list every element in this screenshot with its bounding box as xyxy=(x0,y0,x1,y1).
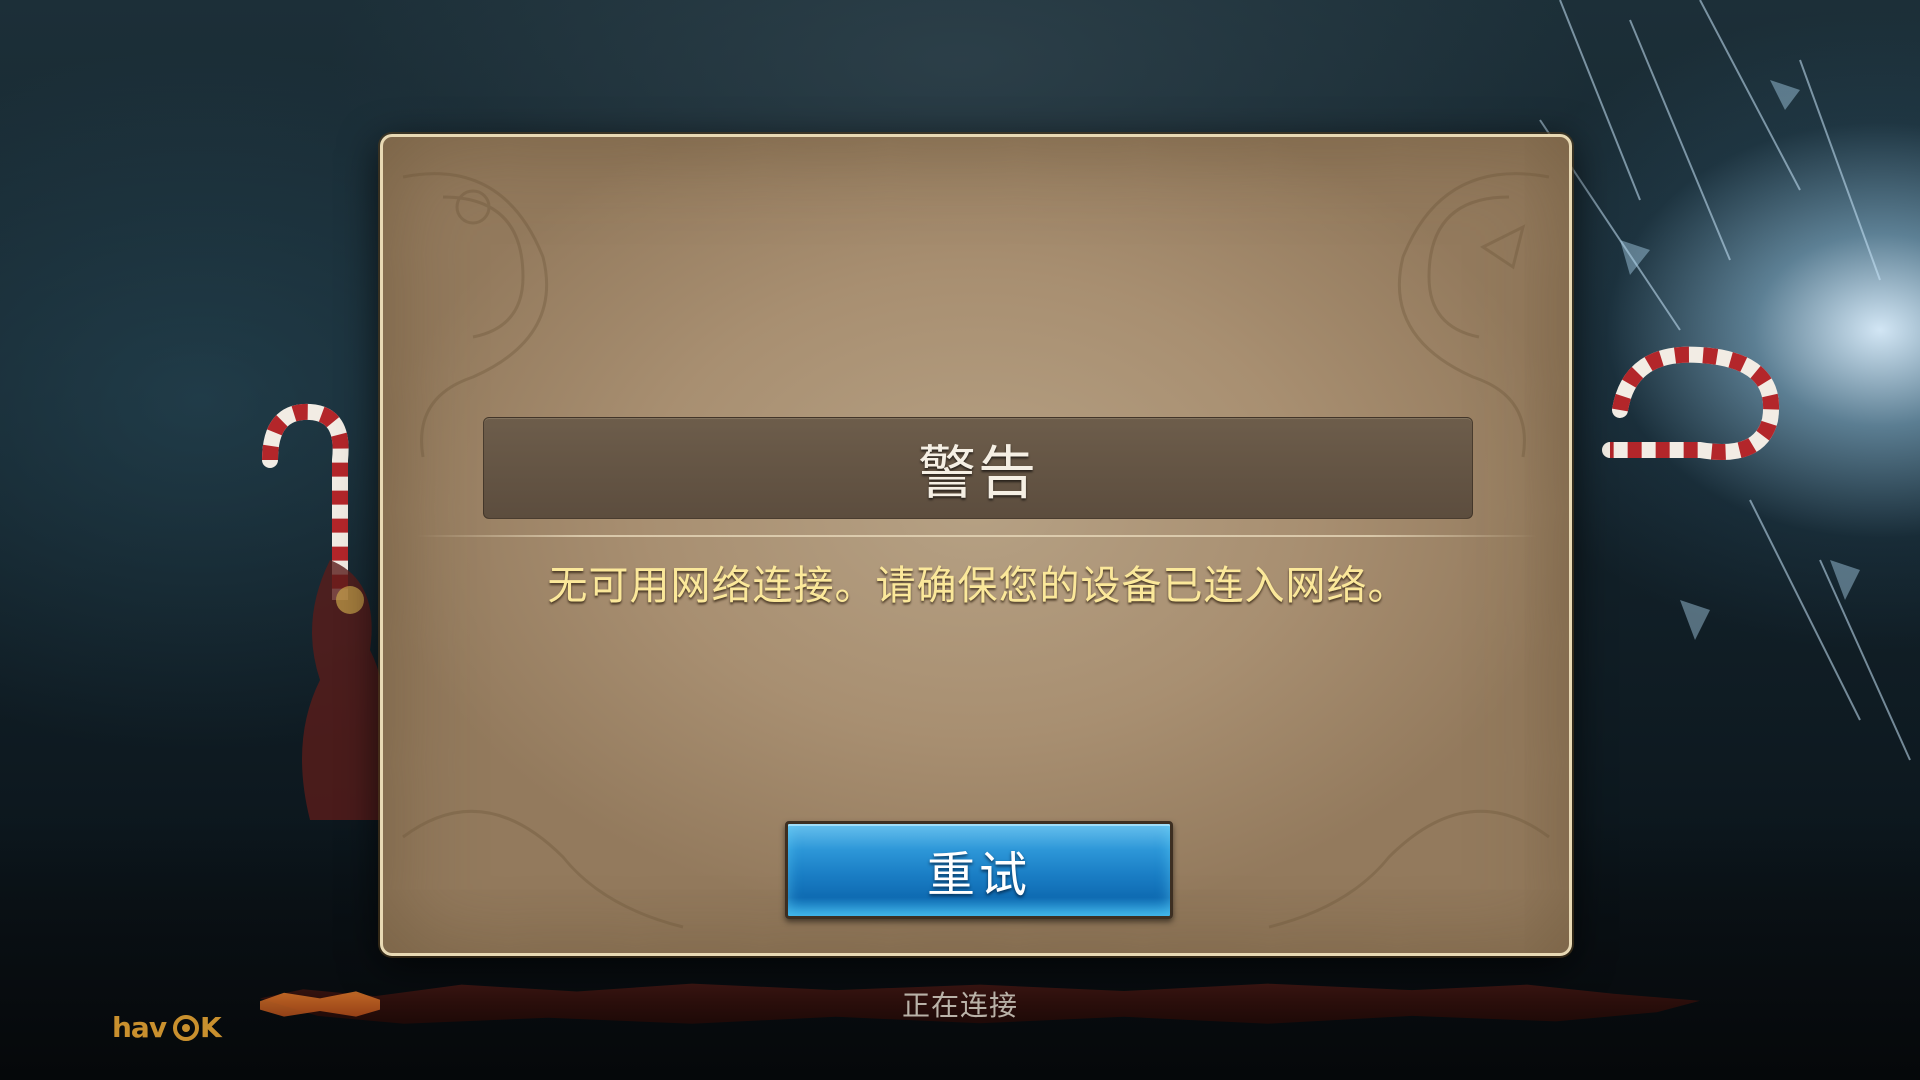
havok-logo-image: hav K xyxy=(112,1011,224,1044)
svg-text:hav: hav xyxy=(112,1011,167,1044)
retry-button[interactable]: 重试 xyxy=(785,821,1173,919)
retry-button-label: 重试 xyxy=(926,847,1031,903)
svg-text:K: K xyxy=(200,1011,223,1044)
candy-cane-right xyxy=(1602,346,1780,460)
dialog-title-bar: 警告 xyxy=(483,417,1473,519)
dialog-title: 警告 xyxy=(917,439,1038,507)
loading-status-text: 正在连接 xyxy=(901,989,1018,1022)
game-background: 警告 无可用网络连接。请确保您的设备已连入网络。 重试 正在连接 hav K xyxy=(0,0,1920,1080)
title-divider xyxy=(417,535,1537,537)
warning-dialog: 警告 无可用网络连接。请确保您的设备已连入网络。 重试 xyxy=(380,134,1572,956)
dialog-message: 无可用网络连接。请确保您的设备已连入网络。 xyxy=(547,563,1409,609)
havok-logo: hav K xyxy=(112,1010,242,1046)
